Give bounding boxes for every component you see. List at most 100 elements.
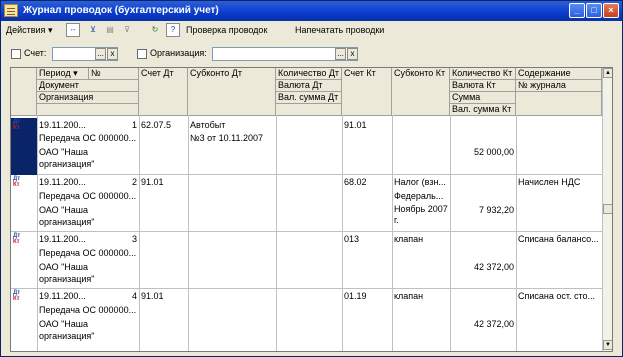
row-number: 1	[131, 120, 137, 130]
row-number: 3	[131, 234, 137, 244]
account-clear-button[interactable]: x	[107, 48, 118, 60]
row-organization: ОАО "Наша	[39, 262, 89, 272]
org-select-button[interactable]: ...	[335, 48, 346, 60]
row-debit-account: 91.01	[141, 291, 164, 301]
row-document: Передача ОС 000000...	[39, 248, 137, 258]
row-credit-account: 01.19	[344, 291, 367, 301]
minimize-button[interactable]: _	[569, 3, 585, 18]
header-document[interactable]: Документ	[37, 80, 139, 92]
header-organization[interactable]: Организация	[37, 92, 139, 104]
row-number: 4	[131, 291, 137, 301]
header-credit-quantity[interactable]: Количество Кт	[450, 68, 516, 80]
row-sum: 52 000,00	[473, 147, 514, 157]
header-blank-3	[516, 92, 602, 116]
scroll-thumb[interactable]	[603, 204, 612, 214]
row-period: 19.11.200...	[39, 120, 86, 130]
scroll-up-icon[interactable]: ▲	[603, 68, 612, 78]
row-document: Передача ОС 000000...	[39, 133, 137, 143]
org-clear-button[interactable]: x	[347, 48, 358, 60]
check-postings-button[interactable]: Проверка проводок	[186, 23, 267, 37]
vertical-scrollbar[interactable]: ▲ ▼	[602, 68, 612, 351]
header-credit-subconto[interactable]: Субконто Кт	[392, 68, 450, 116]
row-debit-subconto-2: №3 от 10.11.2007	[190, 133, 263, 143]
clear-filter-icon[interactable]: ⊽	[120, 23, 134, 37]
row-organization-cont: организация"	[39, 159, 95, 169]
header-period-label: Период	[39, 68, 71, 78]
row-content: Начислен НДС	[518, 177, 581, 187]
row-credit-account: 013	[344, 234, 360, 244]
row-period: 19.11.200...	[39, 234, 86, 244]
header-debit-quantity[interactable]: Количество Дт	[276, 68, 342, 80]
header-blank-1	[37, 104, 139, 116]
row-organization-cont: организация"	[39, 217, 95, 227]
actions-label: Действия	[6, 25, 46, 35]
row-period: 19.11.200...	[39, 291, 86, 301]
row-organization-cont: организация"	[39, 274, 95, 284]
title-bar: Журнал проводок (бухгалтерский учет) _ □…	[1, 1, 622, 21]
org-filter-checkbox[interactable]	[137, 49, 147, 59]
row-credit-account: 68.02	[344, 177, 367, 187]
maximize-button[interactable]: □	[586, 3, 602, 18]
row-credit-subconto: Налог (взн...	[394, 177, 446, 187]
scroll-down-icon[interactable]: ▼	[603, 340, 612, 350]
toolbar: Действия ▾ ↔ ⊻ ▤ ⊽ ↻ ? Проверка проводок…	[2, 21, 621, 39]
row-credit-account: 91.01	[344, 120, 367, 130]
header-journal-no[interactable]: № журнала	[516, 80, 602, 92]
header-debit-account[interactable]: Счет Дт	[139, 68, 188, 116]
header-sum[interactable]: Сумма	[450, 92, 516, 104]
print-postings-button[interactable]: Напечатать проводки	[295, 23, 384, 37]
row-debit-account: 91.01	[141, 177, 164, 187]
account-filter-checkbox[interactable]	[11, 49, 21, 59]
copy-icon[interactable]: ▤	[103, 23, 117, 37]
postings-table: Период ▾ № Документ Организация Счет Дт …	[10, 67, 613, 352]
row-sum: 7 932,20	[478, 205, 514, 215]
row-credit-subconto-3: Ноябрь 2007 г.	[394, 204, 448, 225]
header-credit-account[interactable]: Счет Кт	[342, 68, 392, 116]
row-debit-subconto: Автобыт	[190, 120, 226, 130]
header-period[interactable]: Период ▾	[37, 68, 89, 80]
posting-dt-kt-icon: Дт Кт	[13, 290, 21, 302]
posting-dt-kt-icon: Дт Кт	[13, 176, 21, 188]
header-blank-2	[276, 104, 342, 116]
journal-icon	[4, 4, 18, 17]
row-sum: 42 372,00	[473, 262, 514, 272]
header-credit-currency[interactable]: Валюта Кт	[450, 80, 516, 92]
account-filter-label: Счет:	[24, 48, 47, 58]
transfer-icon[interactable]: ↔	[66, 23, 80, 37]
row-content: Списана балансо...	[518, 234, 599, 244]
row-organization: ОАО "Наша	[39, 147, 89, 157]
header-credit-currency-sum[interactable]: Вал. сумма Кт	[450, 104, 516, 116]
account-select-button[interactable]: ...	[95, 48, 106, 60]
row-sum: 42 372,00	[473, 319, 514, 329]
row-document: Передача ОС 000000...	[39, 305, 137, 315]
header-icon-column	[11, 68, 37, 116]
posting-dt-kt-icon: Дт Кт	[13, 119, 21, 131]
row-organization-cont: организация"	[39, 331, 95, 341]
row-credit-subconto: клапан	[394, 234, 424, 244]
row-period: 19.11.200...	[39, 177, 86, 187]
journal-window: Журнал проводок (бухгалтерский учет) _ □…	[0, 0, 623, 357]
refresh-icon[interactable]: ↻	[148, 23, 162, 37]
row-debit-account: 62.07.5	[141, 120, 172, 130]
filter-icon[interactable]: ⊻	[86, 23, 100, 37]
actions-menu[interactable]: Действия ▾	[6, 23, 52, 37]
help-icon[interactable]: ?	[166, 23, 180, 37]
row-organization: ОАО "Наша	[39, 205, 89, 215]
header-debit-currency[interactable]: Валюта Дт	[276, 80, 342, 92]
row-credit-subconto: клапан	[394, 291, 424, 301]
close-button[interactable]: ×	[603, 3, 619, 18]
row-number: 2	[131, 177, 137, 187]
chevron-down-icon: ▾	[47, 25, 53, 35]
header-debit-subconto[interactable]: Субконто Дт	[188, 68, 276, 116]
row-credit-subconto-2: Федераль...	[394, 191, 444, 201]
window-title: Журнал проводок (бухгалтерский учет)	[23, 5, 219, 16]
posting-dt-kt-icon: Дт Кт	[13, 233, 21, 245]
org-filter-label: Организация:	[150, 48, 207, 58]
row-organization: ОАО "Наша	[39, 319, 89, 329]
header-number[interactable]: №	[89, 68, 139, 80]
row-document: Передача ОС 000000...	[39, 191, 137, 201]
header-debit-currency-sum[interactable]: Вал. сумма Дт	[276, 92, 342, 104]
sort-down-icon: ▾	[73, 68, 78, 78]
header-content[interactable]: Содержание	[516, 68, 602, 80]
row-content: Списана ост. сто...	[518, 291, 596, 301]
